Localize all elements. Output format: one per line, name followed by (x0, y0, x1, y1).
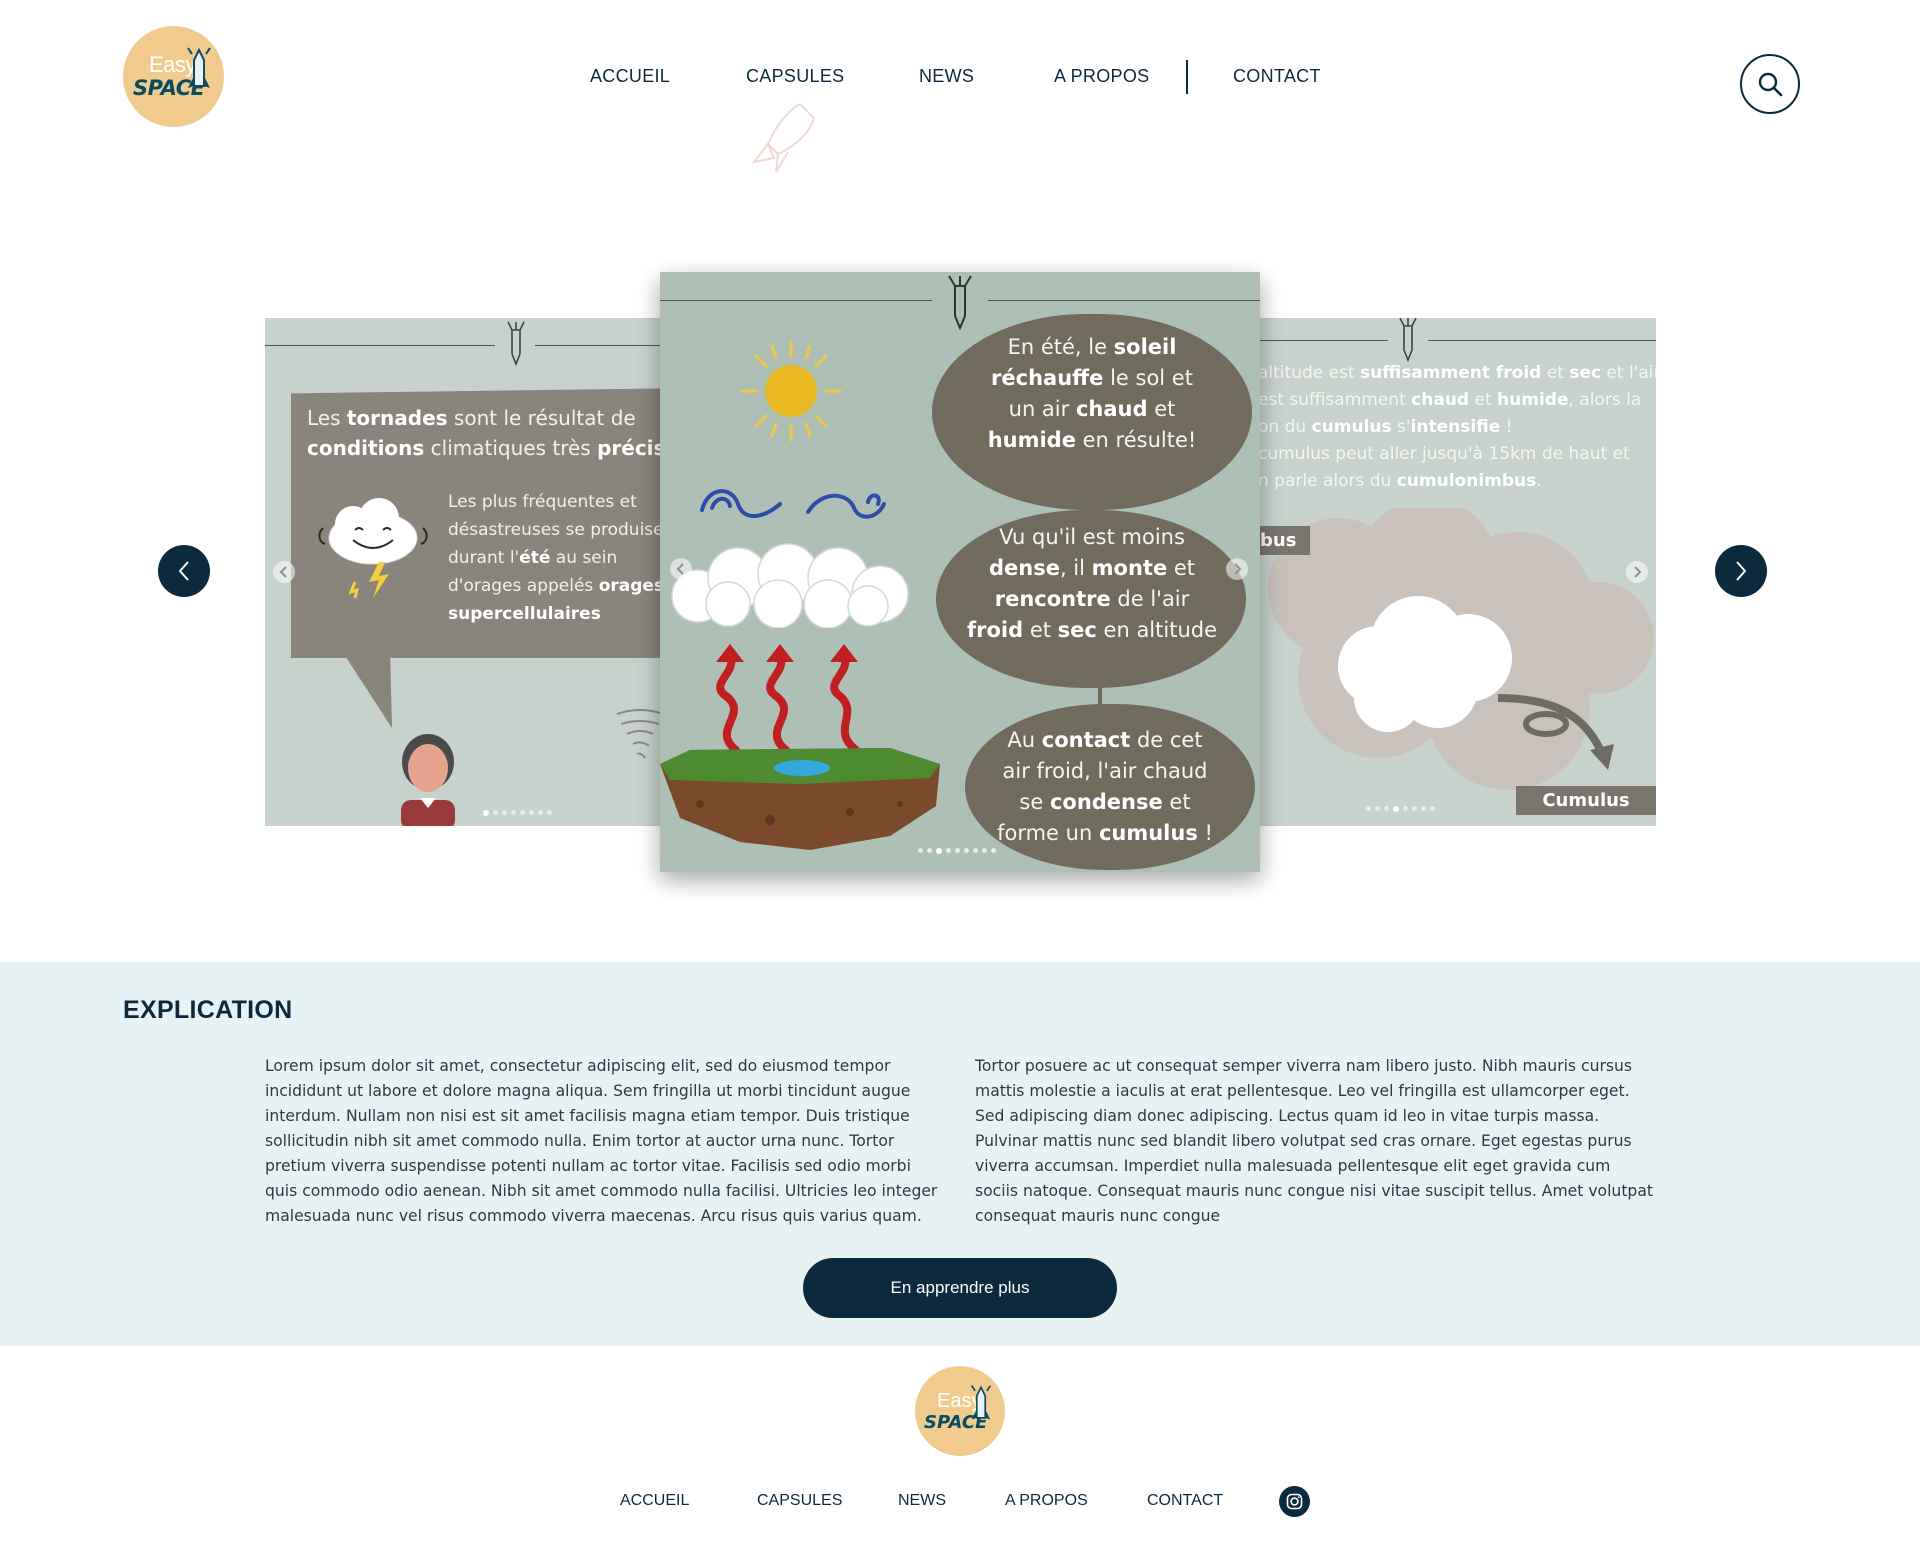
slide-header-line (535, 345, 665, 346)
carousel-slide-active[interactable]: En été, le soleil réchauffe le sol et un… (660, 272, 1260, 872)
carousel-next-button[interactable] (1715, 545, 1767, 597)
nav-separator (1186, 60, 1188, 94)
storm-cloud-icon (318, 498, 428, 599)
slide-header-line (1258, 340, 1388, 341)
slide-prev-mini-button[interactable] (670, 558, 692, 580)
explication-paragraph-left: Lorem ipsum dolor sit amet, consectetur … (265, 1057, 938, 1225)
slide-header-line (265, 345, 495, 346)
wind-icon (700, 489, 886, 519)
nav-a-propos[interactable]: A PROPOS (1054, 66, 1149, 87)
cumulonimbus-cloud-icon (1268, 508, 1654, 790)
nav-capsules[interactable]: CAPSULES (746, 66, 844, 87)
rocket-emblem-icon (1399, 318, 1417, 363)
slide-pagination-dots (918, 848, 996, 854)
carousel-slide-previous[interactable]: Les tornades sont le résultat de conditi… (265, 318, 665, 826)
explication-paragraph-right: Tortor posuere ac ut consequat semper vi… (975, 1057, 1654, 1225)
footer-nav-contact[interactable]: CONTACT (1147, 1492, 1223, 1510)
slide-next-mini-button[interactable] (1226, 558, 1248, 580)
slide-header-line (1428, 340, 1656, 341)
section-title: EXPLICATION (123, 996, 293, 1024)
capsule-carousel: Les tornades sont le résultat de conditi… (0, 170, 1920, 960)
slide-prev-mini-button[interactable] (273, 561, 295, 583)
main-nav: ACCUEIL CAPSULES NEWS A PROPOS CONTACT (0, 60, 1920, 173)
site-footer: Easy SPACE ACCUEIL CAPSULES NEWS A PROPO… (0, 1346, 1920, 1552)
nav-news[interactable]: NEWS (919, 66, 974, 87)
site-header: Easy SPACE ACCUEIL CAPSULES NEWS A PROPO… (0, 0, 1920, 173)
nav-accueil[interactable]: ACCUEIL (590, 66, 670, 87)
chevron-right-icon (1736, 561, 1747, 581)
logo-rocket-icon (970, 1385, 992, 1420)
footer-nav-capsules[interactable]: CAPSULES (757, 1492, 842, 1510)
slide-header-line (988, 300, 1260, 301)
slide-heading: Les tornades sont le résultat de conditi… (307, 406, 665, 460)
slide-header-line (660, 300, 932, 301)
slide-pagination-dots (483, 810, 552, 816)
footer-logo[interactable]: Easy SPACE (915, 1366, 1005, 1456)
chevron-left-icon (178, 561, 189, 581)
search-button[interactable] (1740, 54, 1800, 114)
learn-more-button[interactable]: En apprendre plus (803, 1258, 1117, 1318)
footer-nav-a-propos[interactable]: A PROPOS (1005, 1492, 1088, 1510)
carousel-prev-button[interactable] (158, 545, 210, 597)
bubble-2-text: Vu qu'il est moins dense, il monte et re… (966, 525, 1218, 642)
chevron-left-icon (676, 563, 684, 575)
sun-icon (740, 340, 842, 442)
speech-tail-icon (340, 648, 392, 728)
bubble-3-text: Au contact de cet air froid, l'air chaud… (997, 728, 1213, 845)
instagram-link[interactable] (1279, 1486, 1310, 1517)
slide-next-mini-button[interactable] (1626, 561, 1648, 583)
nav-rocket-decoration-icon (751, 102, 816, 173)
ground-island-icon (660, 748, 940, 850)
cumulus-label: Cumulus (1516, 786, 1656, 815)
character-avatar-icon (401, 734, 455, 826)
explication-section: EXPLICATION Lorem ipsum dolor sit amet, … (0, 962, 1920, 1346)
bubble-1-text: En été, le soleil réchauffe le sol et un… (987, 335, 1197, 452)
footer-nav-news[interactable]: NEWS (898, 1492, 946, 1510)
rocket-emblem-icon (948, 275, 972, 331)
instagram-icon (1286, 1493, 1303, 1510)
search-icon (1758, 72, 1783, 97)
carousel-slide-next[interactable]: altitude est suffisamment froid et sec e… (1258, 318, 1656, 826)
tornado-icon (616, 709, 664, 759)
slide-pagination-dots (1366, 806, 1435, 812)
footer-nav-accueil[interactable]: ACCUEIL (620, 1492, 689, 1510)
cumulonimbus-label: bus (1258, 526, 1311, 555)
chevron-right-icon (1234, 563, 1242, 575)
chevron-right-icon (1634, 566, 1642, 578)
chevron-left-icon (279, 566, 287, 578)
rocket-emblem-icon (507, 321, 525, 367)
slide-body-text: Les plus fréquentes et désastreuses se p… (448, 492, 665, 624)
cloud-icon (671, 543, 909, 628)
nav-contact[interactable]: CONTACT (1233, 66, 1321, 87)
slide-body-text: altitude est suffisamment froid et sec e… (1258, 363, 1656, 491)
